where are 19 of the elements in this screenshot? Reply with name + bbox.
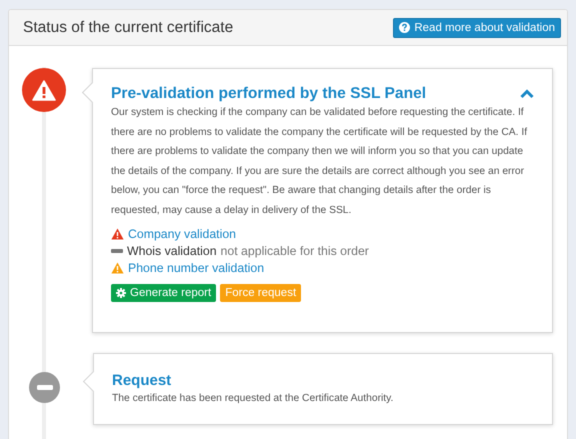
step-title: Request [112, 372, 172, 389]
help-icon [399, 22, 410, 33]
panel-title: Status of the current certificate [23, 18, 234, 36]
step-description: Our system is checking if the company can be validated before requesting the certificate. If there are no problems to validate the company the certificate will be requested by the CA. If there are problems to validate the company then we will inform you so that you can update the details of the company. If you are sure the details are correct although you see an error below, you can "force the request". Be aware that changing details after the order is requested, may cause a delay in delivery of the SSL. [111, 106, 528, 218]
step-title: Pre-validation performed by the SSL Panel [111, 85, 426, 103]
chevron-up-icon [520, 89, 534, 99]
check-note: not applicable for this order [220, 244, 369, 258]
step-description: The certificate has been requested at the Certificate Authority. [112, 392, 394, 406]
report-button[interactable]: Generate report [111, 284, 216, 302]
dash-icon [111, 248, 123, 253]
gear-icon [116, 288, 126, 298]
warning-icon [111, 262, 124, 274]
help-button[interactable]: Read more about validation [393, 18, 561, 38]
check-link[interactable]: Company validation [128, 226, 236, 241]
force-button[interactable]: Force request [220, 284, 302, 302]
warning-icon [111, 228, 124, 240]
collapse-toggle[interactable] [520, 89, 534, 99]
check-link[interactable]: Phone number validation [128, 260, 264, 275]
check-label: Whois validation [127, 244, 217, 258]
